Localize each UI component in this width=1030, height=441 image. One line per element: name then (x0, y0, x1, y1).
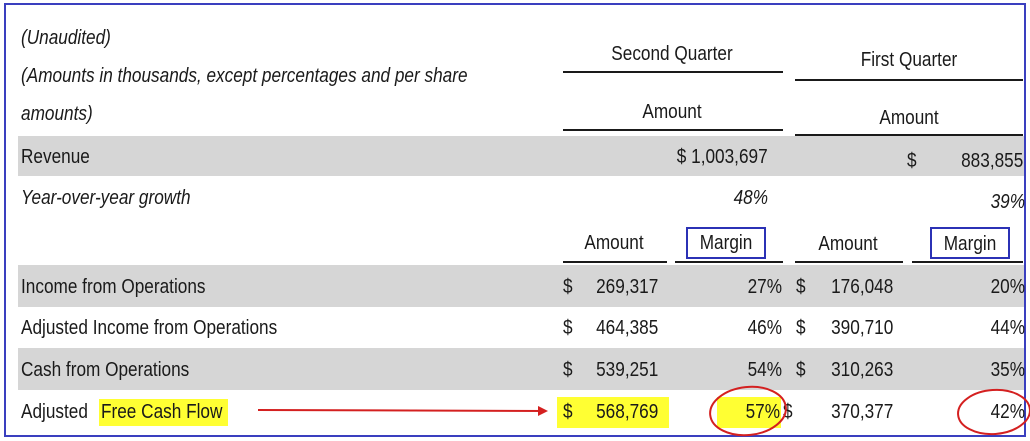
growth-label: Year-over-year growth (21, 187, 191, 209)
q2-amount-subheader: Amount (584, 232, 644, 254)
row-adj-income-q2-amount: 464,385 (595, 317, 658, 339)
row-fcf-q1-amount: 370,377 (830, 401, 893, 423)
row-income-q1-sign: $ (796, 276, 806, 298)
q2-amount-subheader-rule (563, 261, 667, 263)
row-adj-income-q2-margin: 46% (747, 317, 782, 339)
row-adj-income-q1-sign: $ (796, 317, 806, 339)
q1-amount-subheader-rule (795, 261, 903, 263)
row-adj-income-label: Adjusted Income from Operations (21, 317, 278, 339)
q1-margin-subheader: Margin (943, 233, 997, 255)
row-cash-q2-sign: $ (563, 359, 573, 381)
row-income-label: Income from Operations (21, 276, 206, 298)
row-income-q1-margin: 20% (990, 276, 1025, 298)
row-fcf-q2-margin: 57% (745, 401, 780, 423)
row-adj-income-q1-amount: 390,710 (830, 317, 893, 339)
q2-margin-subheader: Margin (699, 232, 753, 254)
row-fcf-q2-amount: 568,769 (595, 401, 658, 423)
period-second-quarter: Second Quarter (611, 43, 733, 65)
row-income-q2-margin: 27% (747, 276, 782, 298)
row-income-q2-amount: 269,317 (595, 276, 658, 298)
unaudited-note: (Unaudited) (21, 27, 111, 49)
second-quarter-amount-header: Amount (642, 101, 702, 123)
first-quarter-rule (795, 79, 1023, 81)
row-fcf-q1-margin: 42% (990, 401, 1025, 423)
second-quarter-amount-rule (563, 129, 783, 131)
row-adj-income-q1-margin: 44% (990, 317, 1025, 339)
revenue-q2-value: $ 1,003,697 (677, 146, 768, 168)
q2-margin-subheader-rule (675, 261, 783, 263)
revenue-label: Revenue (21, 146, 90, 168)
growth-q1-value: 39% (990, 191, 1025, 213)
period-first-quarter: First Quarter (860, 49, 958, 71)
row-income-q2-sign: $ (563, 276, 573, 298)
first-quarter-amount-rule (795, 134, 1023, 136)
second-quarter-rule (563, 71, 783, 73)
row-fcf-q1-sign: $ (783, 401, 793, 423)
row-fcf-label-prefix: Adjusted (21, 401, 88, 423)
row-fcf-label-highlight: Free Cash Flow (101, 401, 223, 423)
row-cash-q1-amount: 310,263 (830, 359, 893, 381)
first-quarter-amount-header: Amount (879, 107, 939, 129)
row-cash-q2-amount: 539,251 (595, 359, 658, 381)
row-cash-q2-margin: 54% (747, 359, 782, 381)
row-cash-q1-sign: $ (796, 359, 806, 381)
amounts-note-line2: amounts) (21, 103, 93, 125)
row-cash-q1-margin: 35% (990, 359, 1025, 381)
amounts-note-line1: (Amounts in thousands, except percentage… (21, 65, 468, 87)
revenue-row-band (18, 136, 1024, 176)
revenue-q1-sign: $ (907, 150, 917, 172)
row-income-q1-amount: 176,048 (830, 276, 893, 298)
q1-margin-subheader-rule (912, 261, 1023, 263)
revenue-q1-value: 883,855 (960, 150, 1023, 172)
row-fcf-q2-sign: $ (563, 401, 573, 423)
row-cash-label: Cash from Operations (21, 359, 190, 381)
growth-q2-value: 48% (733, 187, 768, 209)
row-adj-income-q2-sign: $ (563, 317, 573, 339)
q1-amount-subheader: Amount (818, 233, 878, 255)
